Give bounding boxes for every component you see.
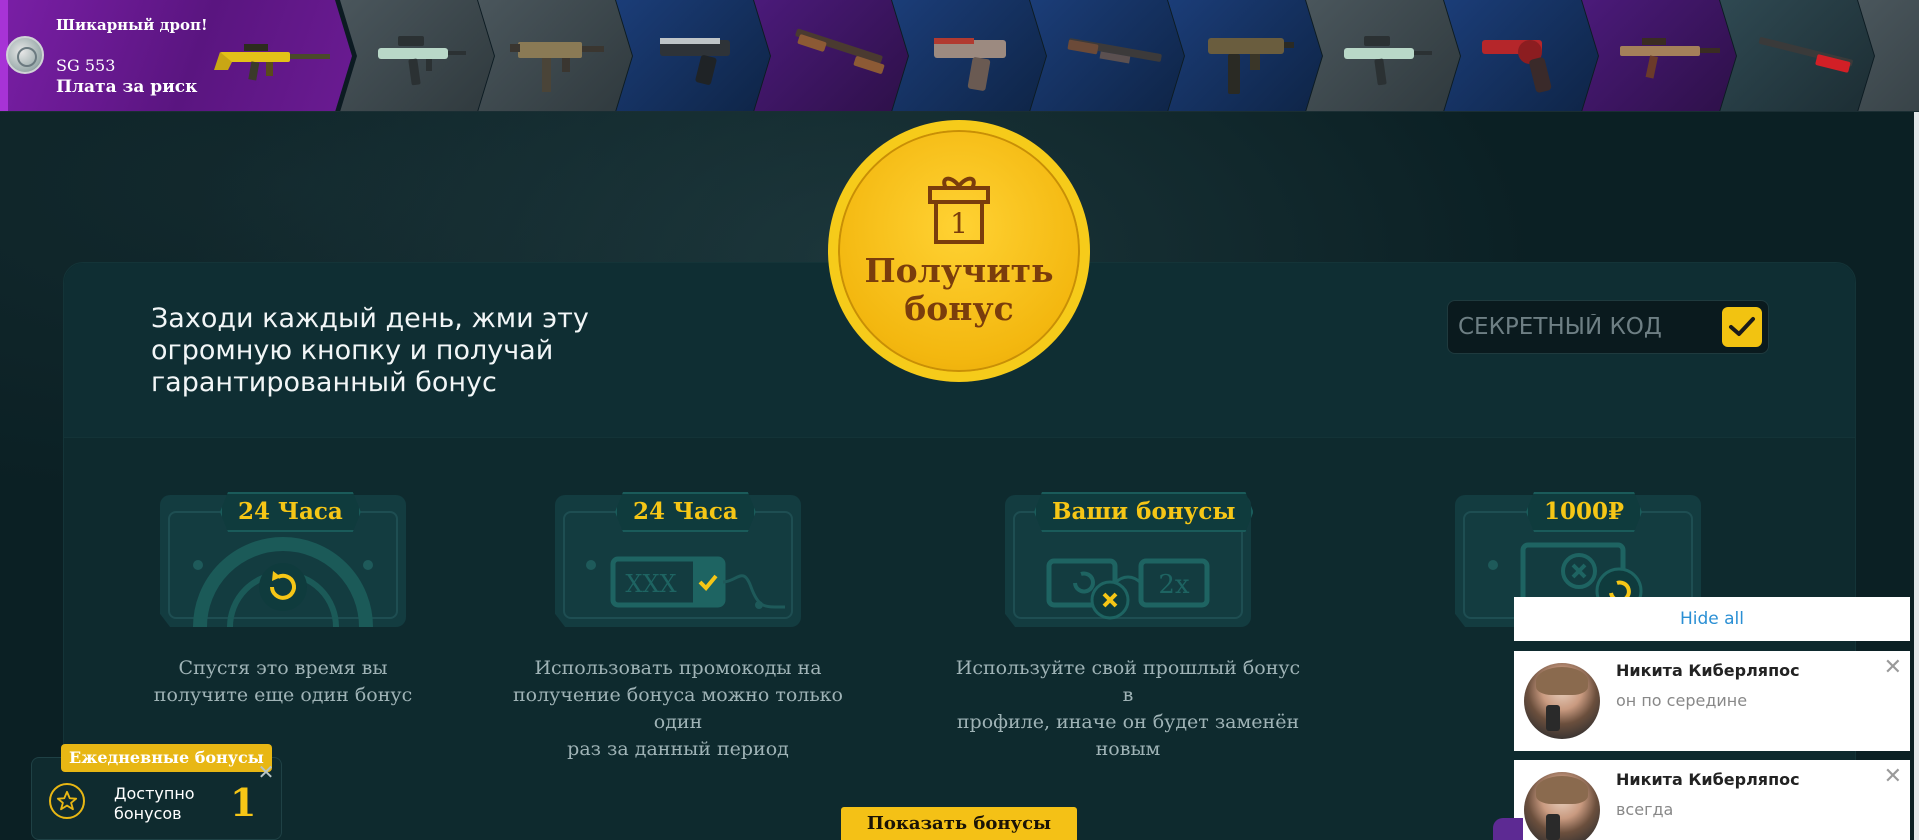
feature-text-line: Использовать промокоды на	[534, 657, 822, 679]
site-logo-icon	[6, 36, 44, 74]
chat-toggle-edge[interactable]	[1493, 818, 1523, 840]
shotgun-icon	[1067, 38, 1162, 64]
get-bonus-label-line: бонус	[904, 289, 1014, 328]
avatar	[1524, 772, 1600, 840]
feature-badge: 24 Часа	[615, 492, 756, 532]
drop-item[interactable]	[1444, 0, 1598, 111]
drop-item[interactable]	[340, 0, 494, 111]
intro-line: огромную кнопку и получай	[151, 335, 554, 366]
sg553-rifle-icon	[214, 44, 330, 81]
live-drop-strip: Шикарный дроп! SG 553 Плата за риск	[0, 0, 1919, 112]
get-bonus-button[interactable]: 1 Получить бонус	[828, 120, 1090, 382]
feature-text-line: Спустя это время вы	[178, 657, 388, 679]
drop-item[interactable]	[616, 0, 770, 111]
drop-item[interactable]	[1168, 0, 1322, 111]
drop-item[interactable]	[478, 0, 632, 111]
drop-item[interactable]	[1306, 0, 1460, 111]
featured-drop-gun: SG 553	[56, 56, 116, 75]
show-bonuses-button[interactable]: Показать бонусы	[841, 807, 1077, 840]
get-bonus-label: Получить бонус	[864, 252, 1053, 328]
secret-code-field	[1447, 300, 1769, 354]
available-bonuses-label-line: бонусов	[114, 804, 182, 823]
shotgun-icon	[795, 28, 885, 74]
feature-text: Используйте свой прошлый бонус в профиле…	[948, 655, 1308, 763]
pistol-icon	[660, 38, 730, 85]
feature-badge: Ваши бонусы	[1034, 492, 1253, 532]
checkmark-icon	[1729, 317, 1755, 336]
feature-text-line: получите еще один бонус	[153, 684, 413, 706]
featured-drop-card[interactable]: Шикарный дроп! SG 553 Плата за риск	[0, 0, 352, 111]
hide-all-notifications-button[interactable]: Hide all	[1514, 597, 1910, 641]
gift-icon: 1	[928, 176, 990, 244]
drop-item[interactable]	[1582, 0, 1736, 111]
available-bonuses-label-line: Доступно	[114, 784, 195, 803]
notification-message: он по середине	[1616, 691, 1748, 710]
gift-number: 1	[950, 207, 968, 240]
ump-smg-icon	[510, 42, 604, 92]
sg553-rifle-icon	[1620, 38, 1720, 79]
feature-badge: 1000₽	[1526, 492, 1642, 532]
secret-code-submit-button[interactable]	[1722, 307, 1762, 347]
close-icon[interactable]: ✕	[1884, 657, 1902, 679]
feature-text-line: раз за данный период	[567, 738, 789, 760]
close-icon[interactable]: ✕	[1884, 766, 1902, 788]
available-bonuses-label: Доступно бонусов	[114, 784, 195, 824]
pistol-icon	[934, 38, 1006, 91]
drop-item[interactable]	[1720, 0, 1874, 111]
drop-item[interactable]	[892, 0, 1046, 111]
notification-message: всегда	[1616, 800, 1674, 819]
shotgun-icon	[1758, 37, 1853, 73]
drop-item[interactable]	[754, 0, 908, 111]
feature-text-line: новым	[1095, 738, 1161, 760]
featured-drop-tag: Шикарный дроп!	[56, 16, 208, 34]
get-bonus-label-line: Получить	[864, 251, 1054, 290]
secret-code-input[interactable]	[1458, 309, 1708, 345]
daily-bonuses-widget[interactable]: Ежедневные бонусы ✕ Доступно бонусов 1	[31, 744, 282, 840]
svg-text:XXX: XXX	[625, 570, 676, 598]
notification-author: Никита Киберляпос	[1616, 770, 1800, 789]
feature-badge: 24 Часа	[220, 492, 361, 532]
feature-text: Использовать промокоды на получение бону…	[498, 655, 858, 763]
aug-rifle-icon	[378, 36, 466, 86]
avatar	[1524, 663, 1600, 739]
drop-item[interactable]	[1030, 0, 1184, 111]
available-bonuses-count: 1	[230, 780, 257, 825]
star-icon	[49, 783, 85, 819]
notification[interactable]: Никита Киберляпос всегда ✕	[1514, 760, 1910, 840]
intro-text: Заходи каждый день, жми эту огромную кно…	[151, 303, 621, 399]
intro-line: Заходи каждый день, жми эту	[151, 303, 589, 334]
daily-bonuses-tag: Ежедневные бонусы	[61, 744, 272, 772]
featured-drop-skin: Плата за риск	[56, 77, 198, 97]
feature-text-line: профиле, иначе он будет заменён	[956, 711, 1300, 733]
revolver-icon	[1482, 40, 1552, 93]
scrollbar[interactable]	[1914, 112, 1919, 840]
aug-rifle-icon	[1344, 36, 1432, 86]
close-icon[interactable]: ✕	[257, 762, 275, 782]
mp9-smg-icon	[1208, 38, 1294, 94]
notification[interactable]: Никита Киберляпос он по середине ✕	[1514, 651, 1910, 751]
feature-text-line: получение бонуса можно только один	[512, 684, 843, 733]
feature-text-line: Используйте свой прошлый бонус в	[955, 657, 1301, 706]
feature-text: Спустя это время вы получите еще один бо…	[103, 655, 463, 709]
notification-author: Никита Киберляпос	[1616, 661, 1800, 680]
intro-line: гарантированный бонус	[151, 367, 497, 398]
svg-text:2x: 2x	[1158, 570, 1190, 600]
